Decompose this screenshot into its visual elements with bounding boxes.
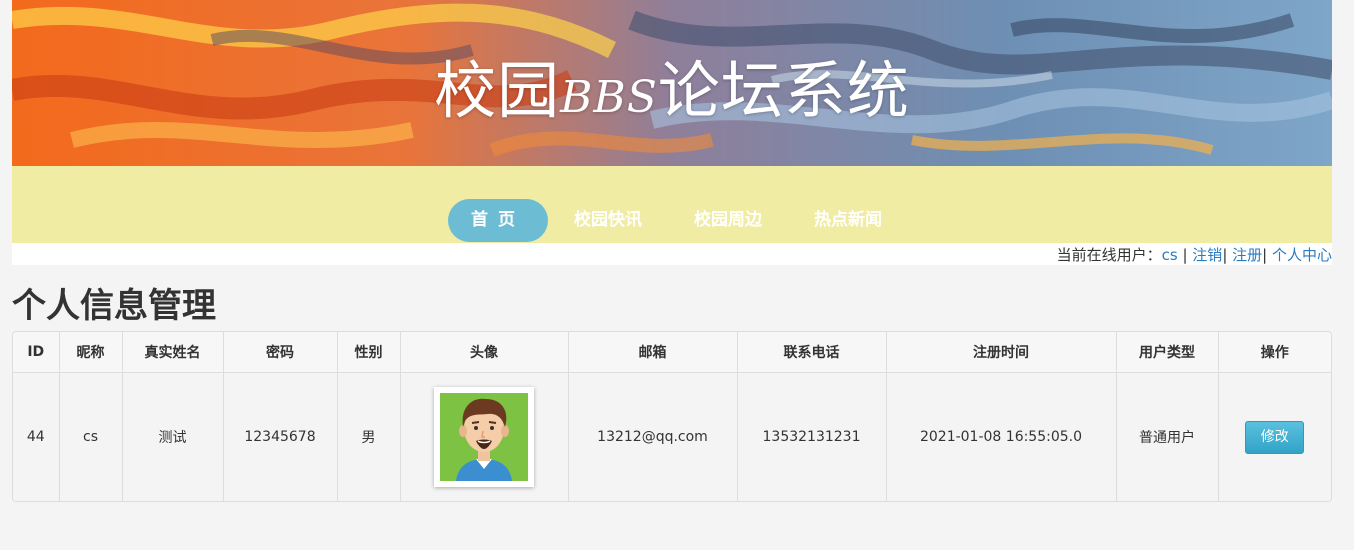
- site-title-prefix: 校园: [434, 54, 561, 127]
- page-title: 个人信息管理: [12, 286, 216, 326]
- user-info-table-container: ID 昵称 真实姓名 密码 性别 头像 邮箱 联系电话 注册时间 用户类型 操作…: [12, 331, 1332, 502]
- main-navbar: 首页 校园快讯 校园周边 热点新闻: [12, 166, 1332, 243]
- cell-usertype: 普通用户: [1116, 372, 1219, 501]
- cell-gender: 男: [337, 372, 401, 501]
- cell-realname: 测试: [122, 372, 224, 501]
- cell-registered: 2021-01-08 16:55:05.0: [886, 372, 1117, 501]
- avatar-male-cartoon-icon: [440, 393, 528, 481]
- table-header-row: ID 昵称 真实姓名 密码 性别 头像 邮箱 联系电话 注册时间 用户类型 操作: [13, 332, 1331, 373]
- cell-password: 12345678: [223, 372, 338, 501]
- separator: |: [1177, 246, 1193, 264]
- site-title: 校园BBS论坛系统: [12, 40, 1332, 130]
- column-header-nickname: 昵称: [59, 332, 123, 373]
- site-title-latin: BBS: [560, 72, 658, 123]
- user-info-table: ID 昵称 真实姓名 密码 性别 头像 邮箱 联系电话 注册时间 用户类型 操作…: [13, 332, 1331, 501]
- separator: |: [1262, 246, 1272, 264]
- nav-item-campus-news[interactable]: 校园快讯: [548, 199, 668, 242]
- user-status-bar: 当前在线用户：cs | 注销| 注册| 个人中心: [1057, 244, 1332, 265]
- column-header-avatar: 头像: [400, 332, 569, 373]
- column-header-id: ID: [13, 332, 60, 373]
- column-header-action: 操作: [1218, 332, 1331, 373]
- column-header-password: 密码: [223, 332, 338, 373]
- site-title-suffix: 论坛系统: [657, 54, 910, 127]
- separator: |: [1222, 246, 1233, 264]
- header-banner: 校园BBS论坛系统: [12, 0, 1332, 166]
- cell-action: 修改: [1218, 372, 1331, 501]
- nav-item-campus-nearby[interactable]: 校园周边: [668, 199, 788, 242]
- register-link[interactable]: 注册: [1232, 246, 1262, 264]
- cell-nickname: cs: [59, 372, 123, 501]
- nav-item-home[interactable]: 首页: [448, 199, 548, 242]
- cell-avatar: [400, 372, 569, 501]
- column-header-email: 邮箱: [568, 332, 738, 373]
- edit-button[interactable]: 修改: [1245, 420, 1305, 454]
- column-header-usertype: 用户类型: [1116, 332, 1219, 373]
- avatar: [434, 387, 534, 487]
- column-header-phone: 联系电话: [737, 332, 887, 373]
- cell-id: 44: [13, 372, 60, 501]
- nav-item-hot-news[interactable]: 热点新闻: [788, 199, 908, 242]
- cell-phone: 13532131231: [737, 372, 887, 501]
- column-header-gender: 性别: [337, 332, 401, 373]
- column-header-realname: 真实姓名: [122, 332, 224, 373]
- table-row: 44 cs 测试 12345678 男 13212@qq.com 1353213…: [13, 372, 1331, 501]
- cell-email: 13212@qq.com: [568, 372, 738, 501]
- nav-items: 首页 校园快讯 校园周边 热点新闻: [448, 199, 908, 242]
- online-user-label: 当前在线用户：: [1056, 246, 1162, 264]
- current-username-link[interactable]: cs: [1162, 246, 1178, 264]
- column-header-registered: 注册时间: [886, 332, 1117, 373]
- logout-link[interactable]: 注销: [1192, 246, 1222, 264]
- personal-center-link[interactable]: 个人中心: [1272, 246, 1332, 264]
